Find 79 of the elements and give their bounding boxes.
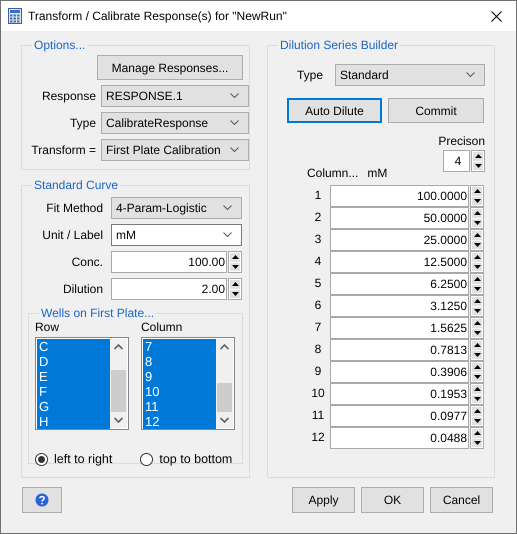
list-header: Row: [35, 320, 60, 334]
number-field[interactable]: 12.5000: [330, 251, 469, 273]
group-title: Standard Curve: [33, 178, 120, 192]
dropdown[interactable]: RESPONSE.1: [101, 85, 249, 107]
action-button[interactable]: Commit: [388, 98, 484, 123]
number-field[interactable]: 4: [443, 150, 470, 172]
group-title: Dilution Series Builder: [279, 38, 400, 52]
field-label: Unit / Label: [41, 228, 103, 242]
radio-button[interactable]: top to bottom: [140, 452, 232, 466]
list-box[interactable]: C D E F G H: [35, 337, 129, 430]
field-label: Conc.: [70, 255, 103, 269]
list-item[interactable]: E: [37, 369, 110, 384]
row-number: 6: [314, 297, 322, 314]
dialog-button[interactable]: Apply: [292, 487, 355, 513]
dropdown-value: mM: [116, 228, 137, 242]
number-field[interactable]: 0.1953: [330, 383, 469, 405]
dialog-button[interactable]: OK: [361, 487, 424, 513]
number-field[interactable]: 0.3906: [330, 361, 469, 383]
number-field[interactable]: 1.5625: [330, 317, 469, 339]
row-number: 10: [310, 385, 326, 402]
group-title: Wells on First Plate...: [40, 306, 156, 320]
list-item[interactable]: 11: [143, 399, 216, 414]
combo-box[interactable]: mM: [111, 224, 242, 246]
column-header: Column...: [307, 166, 358, 180]
list-item[interactable]: 7: [143, 339, 216, 354]
row-number: 3: [314, 231, 322, 248]
number-field[interactable]: 100.00: [111, 251, 227, 273]
number-field[interactable]: 25.0000: [330, 229, 469, 251]
dropdown[interactable]: First Plate Calibration: [101, 139, 249, 161]
number-field[interactable]: 3.1250: [330, 295, 469, 317]
manage-responses-button[interactable]: Manage Responses...: [97, 55, 243, 80]
window-title: Transform / Calibrate Response(s) for "NewRun": [28, 9, 287, 23]
radio-button[interactable]: left to right: [35, 452, 112, 466]
field-label: Type: [296, 68, 323, 82]
number-field[interactable]: 0.0488: [330, 427, 469, 449]
list-item[interactable]: C: [37, 339, 110, 354]
list-item[interactable]: 10: [143, 384, 216, 399]
number-field[interactable]: 100.0000: [330, 185, 469, 207]
list-item[interactable]: 8: [143, 354, 216, 369]
dropdown[interactable]: 4-Param-Logistic: [111, 197, 242, 219]
row-number: 5: [314, 275, 322, 292]
group-title: Options...: [33, 38, 86, 52]
list-item[interactable]: G: [37, 399, 110, 414]
number-field[interactable]: 50.0000: [330, 207, 469, 229]
action-button[interactable]: Auto Dilute: [287, 98, 382, 123]
field-label: Fit Method: [45, 201, 103, 215]
dropdown-value: Standard: [340, 68, 390, 82]
unit-label: mM: [367, 166, 388, 180]
dropdown[interactable]: Standard: [335, 64, 485, 86]
list-header: Column: [141, 320, 184, 334]
row-number: 7: [314, 319, 322, 336]
row-number: 12: [310, 429, 326, 446]
row-number: 9: [314, 363, 322, 380]
dropdown-value: First Plate Calibration: [106, 143, 222, 157]
dropdown-value: CalibrateResponse: [106, 116, 210, 130]
list-item[interactable]: 12: [143, 414, 216, 429]
number-field[interactable]: 2.00: [111, 278, 227, 300]
field-label: Type: [68, 116, 96, 130]
row-number: 2: [314, 209, 322, 226]
dropdown-value: RESPONSE.1: [106, 89, 184, 103]
dialog-button[interactable]: Cancel: [430, 487, 493, 513]
field-label: Transform =: [30, 143, 96, 157]
row-number: 1: [314, 187, 322, 204]
field-label: Precison: [438, 134, 485, 148]
field-label: Dilution: [62, 282, 103, 296]
number-field[interactable]: 0.0977: [330, 405, 469, 427]
list-item[interactable]: D: [37, 354, 110, 369]
row-number: 8: [314, 341, 322, 358]
row-number: 4: [314, 253, 322, 270]
list-box[interactable]: 7 8 9 10 11 12: [141, 337, 235, 430]
list-item[interactable]: 9: [143, 369, 216, 384]
dropdown-value: 4-Param-Logistic: [116, 201, 208, 215]
number-field[interactable]: 6.2500: [330, 273, 469, 295]
dropdown[interactable]: CalibrateResponse: [101, 112, 249, 134]
field-label: Response: [40, 89, 96, 103]
list-item[interactable]: H: [37, 414, 110, 429]
row-number: 11: [310, 407, 326, 424]
number-field[interactable]: 0.7813: [330, 339, 469, 361]
list-item[interactable]: F: [37, 384, 110, 399]
